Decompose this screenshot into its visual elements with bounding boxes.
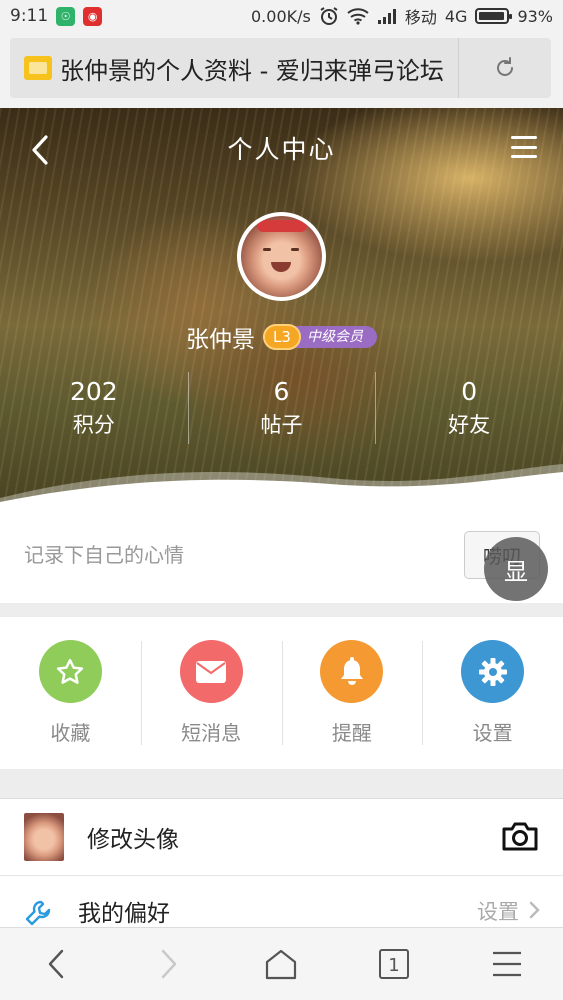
- small-avatar-photo: [24, 813, 64, 861]
- chevron-left-icon: [32, 135, 48, 165]
- row-value: 设置: [477, 900, 519, 924]
- camera-icon: [502, 822, 538, 851]
- back-button[interactable]: [28, 132, 52, 168]
- favorites-icon-circle: [38, 640, 102, 703]
- site-favicon-icon: [24, 56, 52, 80]
- alarm-icon: [320, 7, 338, 25]
- header-title: 个人中心: [227, 135, 336, 164]
- network-type: 4G: [444, 6, 468, 26]
- action-label: 收藏: [50, 721, 91, 745]
- eye-notification-icon: ◉: [83, 6, 103, 26]
- action-label: 短消息: [181, 721, 242, 745]
- stat-value: 0: [461, 377, 478, 406]
- gear-icon: [478, 657, 507, 686]
- stat-label: 帖子: [260, 413, 303, 437]
- stat-value: 6: [273, 377, 290, 406]
- action-label: 设置: [472, 721, 513, 745]
- level-number: L3: [263, 324, 301, 350]
- stat-value: 202: [69, 377, 118, 406]
- menu-icon: [492, 951, 521, 977]
- nav-back-button[interactable]: [0, 928, 113, 1000]
- reminders-icon-circle: [320, 640, 384, 703]
- floating-toggle-button[interactable]: 显: [484, 537, 548, 601]
- username: 张仲景: [186, 327, 255, 353]
- status-bar: 9:11 ☉ ◉ 0.00K/s 移动 4G 93%: [0, 0, 563, 32]
- address-bar[interactable]: 张仲景的个人资料 - 爱归来弹弓论坛: [10, 38, 551, 98]
- network-speed: 0.00K/s: [251, 6, 311, 26]
- nav-home-button[interactable]: [225, 928, 338, 1000]
- back-arrow-icon: [49, 949, 64, 979]
- action-label: 提醒: [331, 721, 372, 745]
- quick-actions: 收藏 短消息 提醒 设置: [0, 617, 563, 769]
- envelope-icon: [196, 660, 227, 683]
- row-label: 我的偏好: [78, 901, 170, 927]
- tabs-icon: 1: [379, 949, 410, 979]
- row-label: 修改头像: [87, 827, 179, 853]
- small-avatar: [24, 813, 64, 861]
- battery-percent: 93%: [517, 6, 553, 26]
- forward-arrow-icon: [161, 949, 177, 979]
- avatar-photo: [241, 216, 322, 297]
- browser-toolbar: 张仲景的个人资料 - 爱归来弹弓论坛: [0, 32, 563, 108]
- user-info: 张仲景 L3 中级会员: [0, 320, 563, 354]
- messages-icon-circle: [179, 640, 243, 703]
- settings-icon-circle: [461, 640, 525, 703]
- bell-icon: [340, 656, 363, 685]
- tab-count: 1: [388, 955, 399, 976]
- chevron-right-icon: [529, 901, 540, 919]
- status-time: 9:11: [10, 6, 49, 26]
- hamburger-menu-icon[interactable]: [511, 136, 537, 158]
- rank-label: 中级会员: [291, 326, 377, 348]
- battery-icon: [475, 8, 513, 24]
- mood-input[interactable]: 记录下自己的心情: [24, 539, 184, 568]
- shield-notification-icon: ☉: [56, 6, 76, 26]
- signal-icon: [377, 9, 396, 24]
- page-title: 张仲景的个人资料 - 爱归来弹弓论坛: [60, 56, 444, 85]
- wifi-icon: [347, 8, 369, 25]
- browser-bottom-nav: 1: [0, 927, 563, 1000]
- stat-posts[interactable]: 6 帖子: [187, 370, 376, 446]
- action-favorites[interactable]: 收藏: [0, 617, 141, 769]
- page-header: 个人中心: [0, 108, 563, 188]
- section-gap: [0, 603, 563, 617]
- wave-divider: [0, 464, 563, 503]
- section-gap: [0, 769, 563, 799]
- carrier: 移动: [404, 8, 437, 27]
- avatar[interactable]: [237, 212, 326, 301]
- home-icon: [266, 949, 297, 980]
- stat-label: 积分: [72, 413, 115, 437]
- action-settings[interactable]: 设置: [422, 617, 563, 769]
- nav-forward-button[interactable]: [113, 928, 226, 1000]
- change-avatar-row[interactable]: 修改头像: [0, 800, 563, 876]
- star-icon: [57, 658, 84, 684]
- reload-button[interactable]: [459, 56, 551, 80]
- profile-hero: 个人中心 张仲景 L3 中级会员 202 积分 6 帖子 0 好友: [0, 108, 563, 503]
- action-messages[interactable]: 短消息: [140, 617, 282, 769]
- action-reminders[interactable]: 提醒: [281, 617, 423, 769]
- wrench-icon: [25, 900, 51, 926]
- level-badge: L3 中级会员: [263, 324, 377, 350]
- mood-section: 记录下自己的心情 唠叨: [0, 503, 563, 603]
- nav-tabs-button[interactable]: 1: [338, 928, 451, 1000]
- reload-icon: [497, 57, 513, 76]
- stat-points[interactable]: 202 积分: [0, 370, 188, 446]
- stat-friends[interactable]: 0 好友: [375, 370, 563, 446]
- profile-stats: 202 积分 6 帖子 0 好友: [0, 370, 563, 446]
- stat-label: 好友: [448, 413, 491, 437]
- nav-menu-button[interactable]: [450, 928, 563, 1000]
